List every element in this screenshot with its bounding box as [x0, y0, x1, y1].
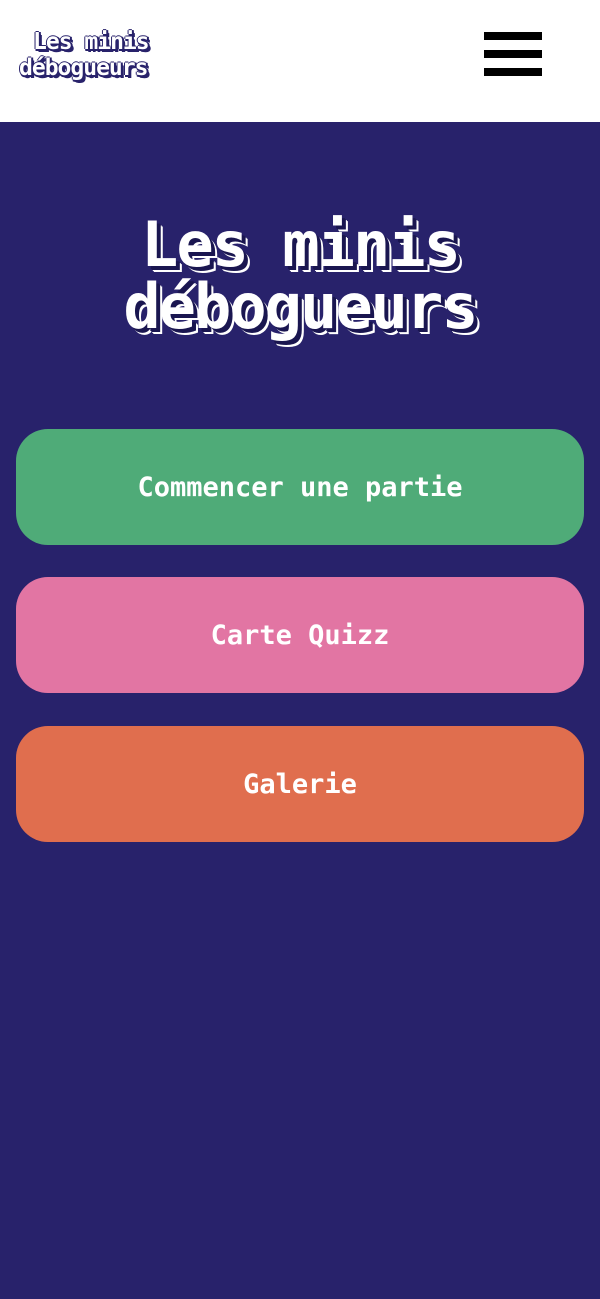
menu-bar-middle [484, 50, 542, 58]
main-content: Les minis débogueurs Commencer une parti… [0, 122, 600, 1299]
page-title-line-1: Les minis [141, 208, 461, 281]
gallery-button[interactable]: Galerie [16, 726, 584, 842]
hamburger-menu-icon[interactable] [484, 30, 542, 78]
quiz-card-label: Carte Quizz [210, 619, 390, 651]
gallery-label: Galerie [243, 768, 357, 800]
page-title: Les minis débogueurs [0, 214, 600, 338]
start-game-button[interactable]: Commencer une partie [16, 429, 584, 545]
menu-bar-top [484, 32, 542, 40]
site-logo[interactable]: Les minis débogueurs [19, 29, 179, 81]
page-title-line-2: débogueurs [123, 270, 478, 343]
logo-line-2: débogueurs [19, 55, 148, 81]
logo-line-1: Les minis [33, 29, 150, 55]
quiz-card-button[interactable]: Carte Quizz [16, 577, 584, 693]
top-header: Les minis débogueurs [0, 0, 600, 122]
start-game-label: Commencer une partie [137, 471, 463, 503]
menu-bar-bottom [484, 68, 542, 76]
